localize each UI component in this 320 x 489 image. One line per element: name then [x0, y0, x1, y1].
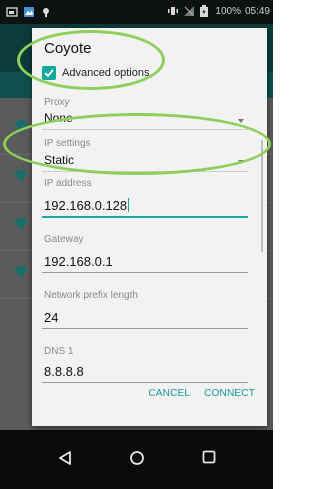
prefix-length-input[interactable]: 24 [44, 310, 58, 325]
ip-address-input[interactable]: 192.168.0.128 [44, 198, 130, 213]
proxy-label: Proxy [44, 97, 70, 108]
connect-button[interactable]: CONNECT [204, 388, 255, 399]
battery-percent: 100% [215, 5, 241, 17]
wifi-icon [14, 170, 28, 182]
navigation-bar [0, 430, 273, 489]
no-signal-icon [183, 5, 195, 17]
home-circle-icon[interactable] [129, 450, 145, 466]
battery-icon [199, 5, 211, 17]
gallery-icon [23, 5, 35, 17]
gateway-underline [42, 272, 248, 273]
dns1-input[interactable]: 8.8.8.8 [44, 364, 84, 379]
status-bar: 100% 05:49 [0, 0, 273, 24]
android-debug-icon [40, 5, 52, 17]
screenshot-icon [6, 5, 18, 17]
dialog-actions: CANCEL CONNECT [148, 388, 255, 399]
dns1-label: DNS 1 [44, 346, 74, 357]
wifi-icon [14, 266, 28, 278]
prefix-length-label: Network prefix length [44, 290, 138, 301]
dialog-scrollbar[interactable] [261, 140, 263, 252]
gateway-label: Gateway [44, 234, 84, 245]
cancel-button[interactable]: CANCEL [148, 388, 190, 399]
dns1-underline [42, 382, 248, 383]
prefix-length-underline [42, 328, 248, 329]
recents-square-icon[interactable] [202, 450, 216, 464]
text-cursor [128, 198, 130, 212]
status-left-icons [6, 5, 52, 17]
vibrate-icon [167, 5, 179, 17]
ip-address-underline [42, 216, 248, 218]
proxy-dropdown-arrow-icon[interactable] [238, 119, 244, 123]
status-right-icons: 100% 05:49 [167, 5, 270, 17]
gateway-input[interactable]: 192.168.0.1 [44, 254, 113, 269]
clock-time: 05:49 [244, 5, 270, 17]
annotation-oval-ip-settings [3, 113, 271, 175]
annotation-oval-title [17, 30, 165, 90]
ip-address-label: IP address [44, 178, 92, 189]
back-triangle-icon[interactable] [58, 450, 72, 466]
ip-address-value: 192.168.0.128 [44, 198, 128, 213]
wifi-icon [14, 218, 28, 230]
